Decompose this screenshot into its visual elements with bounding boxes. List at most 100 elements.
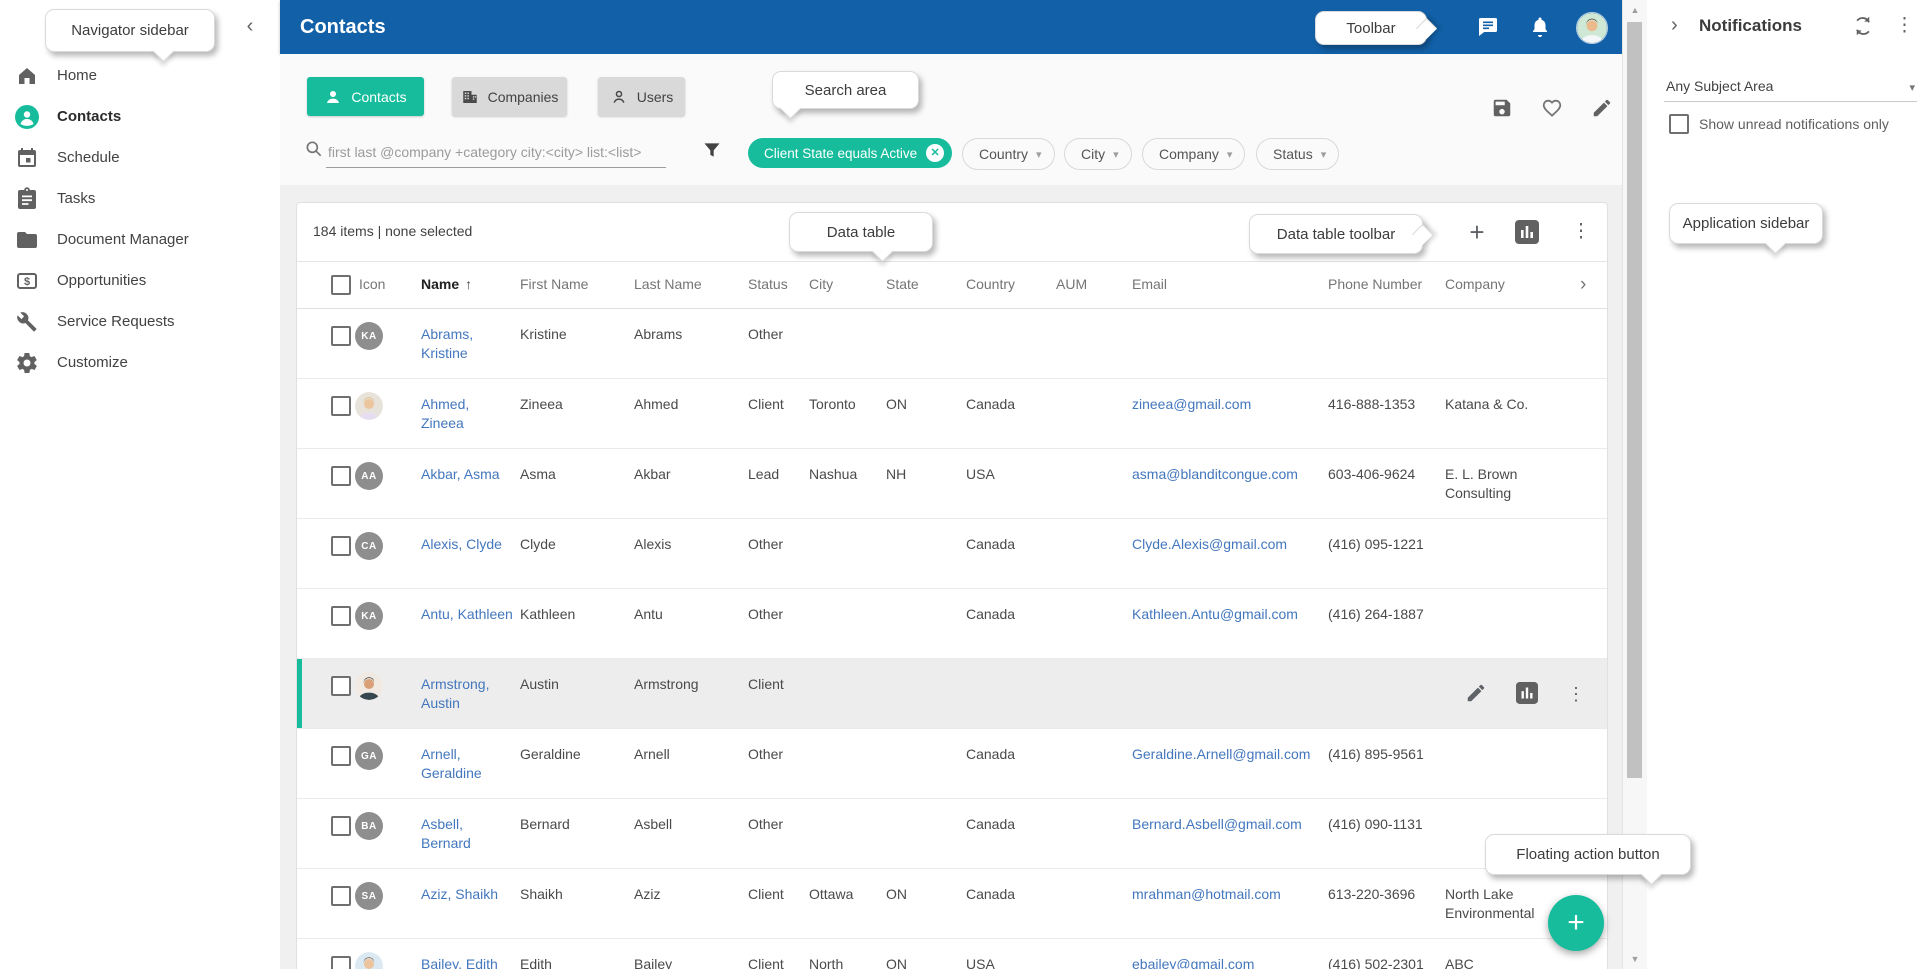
sidebar-collapse-icon[interactable]: ‹ <box>238 14 262 38</box>
user-avatar[interactable] <box>1576 12 1608 44</box>
column-header-first-name[interactable]: First Name <box>520 276 588 292</box>
row-checkbox[interactable] <box>331 326 351 346</box>
filter-dropdown-country[interactable]: Country▾ <box>962 138 1055 170</box>
table-row[interactable]: KAAntu, KathleenKathleenAntuOtherCanadaK… <box>297 589 1607 659</box>
cell-email[interactable]: mrahman@hotmail.com <box>1132 885 1322 904</box>
table-menu-kebab-icon[interactable]: ⋮ <box>1569 220 1593 244</box>
contact-name-link[interactable]: Antu, Kathleen <box>421 605 513 624</box>
contact-name-link[interactable]: Arnell, Geraldine <box>421 745 513 783</box>
sidebar-item-contacts[interactable]: Contacts <box>0 96 280 137</box>
select-all-checkbox[interactable] <box>331 275 351 295</box>
sidebar-item-document-manager[interactable]: Document Manager <box>0 219 280 260</box>
sidebar-item-schedule[interactable]: Schedule <box>0 137 280 178</box>
notifications-bell-icon[interactable] <box>1528 15 1552 39</box>
active-filter-chip[interactable]: Client State equals Active ✕ <box>748 138 952 168</box>
table-row[interactable]: KAAbrams, KristineKristineAbramsOther <box>297 309 1607 379</box>
column-header-company[interactable]: Company <box>1445 276 1505 292</box>
sidebar-item-customize[interactable]: Customize <box>0 342 280 383</box>
cell-email[interactable]: Clyde.Alexis@gmail.com <box>1132 535 1322 554</box>
contact-name-link[interactable]: Asbell, Bernard <box>421 815 513 853</box>
row-checkbox[interactable] <box>331 956 351 969</box>
column-header-country[interactable]: Country <box>966 276 1015 292</box>
contact-name-link[interactable]: Abrams, Kristine <box>421 325 513 363</box>
cell-email[interactable]: Geraldine.Arnell@gmail.com <box>1132 745 1322 764</box>
row-checkbox[interactable] <box>331 746 351 766</box>
table-row[interactable]: GAArnell, GeraldineGeraldineArnellOtherC… <box>297 729 1607 799</box>
contact-name-link[interactable]: Armstrong, Austin <box>421 675 513 713</box>
sidebar-expand-icon[interactable]: › <box>1671 14 1678 37</box>
sidebar-item-label: Tasks <box>57 190 95 207</box>
row-checkbox[interactable] <box>331 816 351 836</box>
row-checkbox[interactable] <box>331 536 351 556</box>
refresh-icon[interactable] <box>1852 15 1874 37</box>
chip-remove-icon[interactable]: ✕ <box>926 144 944 162</box>
contact-name-link[interactable]: Akbar, Asma <box>421 465 513 484</box>
scrollbar-thumb[interactable] <box>1627 22 1642 778</box>
save-icon[interactable] <box>1491 97 1513 119</box>
table-row[interactable]: BAAsbell, BernardBernardAsbellOtherCanad… <box>297 799 1607 869</box>
column-header-phone-number[interactable]: Phone Number <box>1328 276 1422 292</box>
filter-dropdown-city[interactable]: City▾ <box>1064 138 1132 170</box>
tab-users[interactable]: Users <box>598 77 685 116</box>
column-header-state[interactable]: State <box>886 276 919 292</box>
contact-name-link[interactable]: Alexis, Clyde <box>421 535 513 554</box>
filter-funnel-icon[interactable] <box>702 140 722 160</box>
add-record-icon[interactable]: + <box>1465 220 1489 244</box>
table-row[interactable]: Armstrong, AustinAustinArmstrongClient⋮ <box>297 659 1607 729</box>
cell-email[interactable]: asma@blanditcongue.com <box>1132 465 1322 484</box>
sidebar-menu-kebab-icon[interactable]: ⋮ <box>1895 14 1914 37</box>
table-row[interactable]: AAAkbar, AsmaAsmaAkbarLeadNashuaNHUSAasm… <box>297 449 1607 519</box>
cell-email[interactable]: zineea@gmail.com <box>1132 395 1322 414</box>
column-header-city[interactable]: City <box>809 276 833 292</box>
table-row[interactable]: SAAziz, ShaikhShaikhAzizClientOttawaONCa… <box>297 869 1607 939</box>
chart-view-icon[interactable] <box>1516 682 1538 704</box>
page-scrollbar[interactable]: ▲ ▼ <box>1622 0 1647 969</box>
table-row[interactable]: CAAlexis, ClydeClydeAlexisOtherCanadaCly… <box>297 519 1607 589</box>
table-row[interactable]: Ahmed, ZineeaZineeaAhmedClientTorontoONC… <box>297 379 1607 449</box>
cell-first-name: Shaikh <box>520 885 625 904</box>
contact-name-link[interactable]: Bailey, Edith <box>421 955 513 969</box>
unread-only-checkbox[interactable] <box>1669 114 1689 134</box>
cell-email[interactable]: ebailey@gmail.com <box>1132 955 1322 969</box>
favorite-heart-icon[interactable] <box>1541 97 1563 119</box>
schedule-icon <box>15 146 39 170</box>
table-row[interactable]: Bailey, EdithEdithBaileyClientNorth York… <box>297 939 1607 969</box>
table-columns-scroll-right[interactable]: › <box>1580 274 1586 296</box>
cell-company: Katana & Co. <box>1445 395 1575 414</box>
filter-dropdown-company[interactable]: Company▾ <box>1142 138 1245 170</box>
row-checkbox[interactable] <box>331 396 351 416</box>
row-checkbox[interactable] <box>331 466 351 486</box>
row-checkbox[interactable] <box>331 676 351 696</box>
sidebar-item-opportunities[interactable]: $Opportunities <box>0 260 280 301</box>
row-menu-kebab-icon[interactable]: ⋮ <box>1567 682 1581 704</box>
contact-name-link[interactable]: Ahmed, Zineea <box>421 395 513 433</box>
column-header-aum[interactable]: AUM <box>1056 276 1087 292</box>
column-header-icon[interactable]: Icon <box>359 276 385 292</box>
column-header-email[interactable]: Email <box>1132 276 1167 292</box>
sidebar-item-tasks[interactable]: Tasks <box>0 178 280 219</box>
row-checkbox[interactable] <box>331 606 351 626</box>
tab-companies[interactable]: Companies <box>452 77 567 116</box>
tab-contacts[interactable]: Contacts <box>307 77 424 116</box>
contact-name-link[interactable]: Aziz, Shaikh <box>421 885 513 904</box>
chart-view-icon[interactable] <box>1515 220 1539 244</box>
floating-action-button[interactable]: + <box>1548 895 1604 951</box>
edit-pencil-icon[interactable] <box>1591 97 1613 119</box>
column-header-status[interactable]: Status <box>748 276 788 292</box>
chat-icon[interactable] <box>1476 15 1500 39</box>
scrollbar-down-icon[interactable]: ▼ <box>1623 954 1647 964</box>
search-input[interactable] <box>326 137 666 168</box>
folder-icon <box>15 228 39 252</box>
column-header-last-name[interactable]: Last Name <box>634 276 702 292</box>
sidebar-item-home[interactable]: Home <box>0 55 280 96</box>
column-header-name[interactable]: Name↑ <box>421 276 472 292</box>
cell-first-name: Zineea <box>520 395 625 414</box>
cell-email[interactable]: Kathleen.Antu@gmail.com <box>1132 605 1322 624</box>
subject-area-select[interactable]: Any Subject Area ▾ <box>1664 75 1917 102</box>
row-checkbox[interactable] <box>331 886 351 906</box>
sidebar-item-service-requests[interactable]: Service Requests <box>0 301 280 342</box>
filter-dropdown-status[interactable]: Status▾ <box>1256 138 1339 170</box>
edit-pencil-icon[interactable] <box>1465 682 1487 704</box>
cell-email[interactable]: Bernard.Asbell@gmail.com <box>1132 815 1322 834</box>
scrollbar-up-icon[interactable]: ▲ <box>1623 5 1647 15</box>
